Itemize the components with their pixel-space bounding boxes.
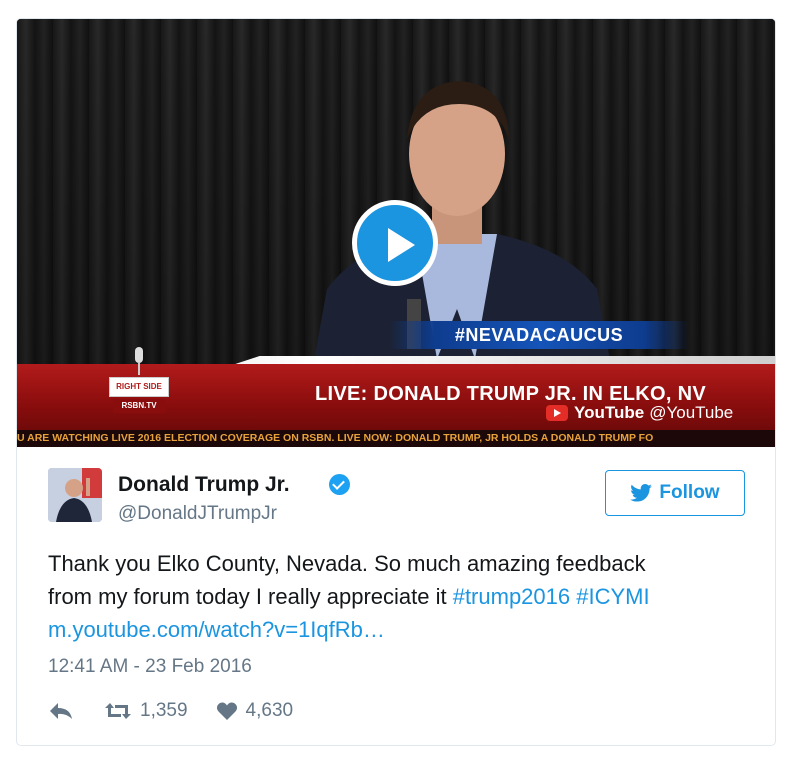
logo-top-text: RIGHT SIDE (109, 377, 169, 397)
author-handle[interactable]: @DonaldJTrumpJr (118, 503, 277, 525)
reply-icon (50, 703, 72, 719)
tweet-text-line1: Thank you Elko County, Nevada. So much a… (48, 551, 646, 576)
embedded-tweet-card: #NEVADACAUCUS RIGHT SIDE RSBN.TV LIVE: D… (16, 18, 776, 746)
tweet-text: Thank you Elko County, Nevada. So much a… (48, 547, 748, 646)
hashtag-trump2016-link[interactable]: #trump2016 (453, 584, 570, 609)
avatar-image (48, 468, 102, 522)
follow-button[interactable]: Follow (605, 470, 745, 516)
like-button[interactable]: 4,630 (216, 700, 294, 722)
youtube-icon (546, 405, 568, 421)
twitter-bird-icon (630, 484, 653, 502)
hashtag-icymi-link[interactable]: #ICYMI (576, 584, 649, 609)
youtube-handle: @YouTube (649, 403, 734, 422)
retweet-icon (105, 703, 131, 719)
retweet-count: 1,359 (140, 700, 188, 721)
play-button[interactable] (352, 200, 438, 286)
avatar[interactable] (48, 468, 102, 522)
heart-icon (216, 702, 237, 720)
microphone-icon (135, 347, 143, 375)
youtube-attribution[interactable]: YouTube @YouTube (546, 403, 733, 423)
news-ticker: U ARE WATCHING LIVE 2016 ELECTION COVERA… (17, 430, 775, 447)
youtube-name: YouTube (574, 403, 645, 422)
rsbn-logo: RIGHT SIDE RSBN.TV (109, 347, 169, 415)
tweet-actions: 1,359 4,630 (48, 697, 293, 725)
retweet-button[interactable]: 1,359 (104, 700, 216, 722)
follow-label: Follow (659, 482, 720, 503)
logo-bottom-text: RSBN.TV (113, 399, 165, 413)
youtube-url-link[interactable]: m.youtube.com/watch?v=1IqfRb… (48, 617, 385, 642)
verified-badge-icon (329, 474, 350, 495)
video-player[interactable]: #NEVADACAUCUS RIGHT SIDE RSBN.TV LIVE: D… (17, 19, 775, 447)
tweet-timestamp[interactable]: 12:41 AM - 23 Feb 2016 (48, 656, 252, 678)
tweet-text-line2: from my forum today I really appreciate … (48, 584, 453, 609)
hashtag-banner: #NEVADACAUCUS (389, 321, 689, 349)
like-count: 4,630 (245, 700, 294, 721)
author-name[interactable]: Donald Trump Jr. (118, 473, 290, 497)
reply-button[interactable] (48, 701, 104, 721)
